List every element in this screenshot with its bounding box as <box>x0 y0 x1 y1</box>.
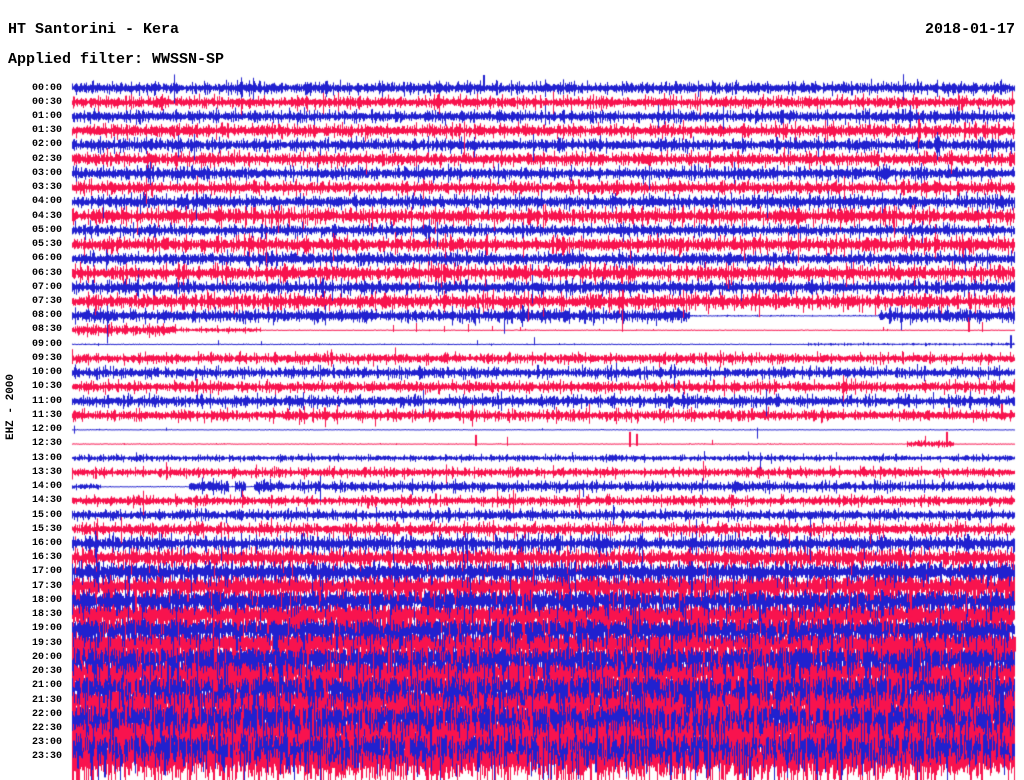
time-label: 03:00 <box>31 168 62 179</box>
time-label: 14:30 <box>31 495 62 506</box>
time-label: 13:30 <box>31 467 62 478</box>
time-label: 18:00 <box>31 595 62 606</box>
time-label: 23:30 <box>31 751 62 762</box>
time-label: 03:30 <box>31 182 62 193</box>
time-label: 21:30 <box>31 695 62 706</box>
time-label: 07:30 <box>31 296 62 307</box>
time-label: 21:00 <box>31 680 62 691</box>
time-label: 10:00 <box>31 367 62 378</box>
time-label: 06:00 <box>31 253 62 264</box>
time-label: 12:00 <box>31 424 62 435</box>
time-label: 11:00 <box>31 396 62 407</box>
time-label: 19:00 <box>31 623 62 634</box>
time-label: 10:30 <box>31 381 62 392</box>
time-label: 20:30 <box>31 666 62 677</box>
time-label: 05:00 <box>31 225 62 236</box>
time-label: 17:00 <box>31 566 62 577</box>
time-label: 16:00 <box>31 538 62 549</box>
time-label: 06:30 <box>31 268 62 279</box>
time-label: 12:30 <box>31 438 62 449</box>
time-label: 17:30 <box>31 581 62 592</box>
time-label: 20:00 <box>31 652 62 663</box>
time-label: 04:30 <box>31 211 62 222</box>
time-label: 07:00 <box>31 282 62 293</box>
date-label: 2018-01-17 <box>924 21 1015 38</box>
time-label: 01:00 <box>31 111 62 122</box>
time-label: 08:30 <box>31 324 62 335</box>
time-label: 05:30 <box>31 239 62 250</box>
time-label: 00:00 <box>31 83 62 94</box>
time-label: 19:30 <box>31 638 62 649</box>
time-label: 11:30 <box>31 410 62 421</box>
time-label: 13:00 <box>31 453 62 464</box>
time-label: 01:30 <box>31 125 62 136</box>
time-label: 09:30 <box>31 353 62 364</box>
helicorder-canvas <box>0 0 1024 780</box>
time-label: 09:00 <box>31 339 62 350</box>
time-label: 00:30 <box>31 97 62 108</box>
helicorder-page: HT Santorini - Kera 2018-01-17 Applied f… <box>0 0 1024 780</box>
time-label: 18:30 <box>31 609 62 620</box>
time-label: 16:30 <box>31 552 62 563</box>
time-label: 22:00 <box>31 709 62 720</box>
time-label: 15:30 <box>31 524 62 535</box>
time-label: 15:00 <box>31 510 62 521</box>
time-label: 02:30 <box>31 154 62 165</box>
time-label: 08:00 <box>31 310 62 321</box>
time-axis: 00:00 00:30 01:00 01:30 02:00 02:30 03:00 03:30… <box>0 0 63 780</box>
time-label: 04:00 <box>31 196 62 207</box>
time-label: 02:00 <box>31 139 62 150</box>
time-label: 22:30 <box>31 723 62 734</box>
time-label: 23:00 <box>31 737 62 748</box>
time-label: 14:00 <box>31 481 62 492</box>
